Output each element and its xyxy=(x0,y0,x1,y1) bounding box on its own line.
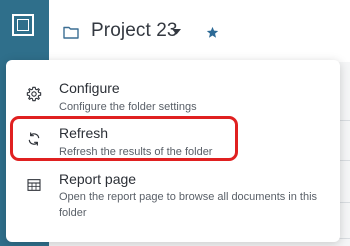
refresh-highlight-box xyxy=(10,116,238,161)
menu-item-report-page[interactable]: Report page Open the report page to brow… xyxy=(6,169,340,225)
menu-item-configure[interactable]: Configure Configure the folder settings xyxy=(6,78,340,114)
folder-icon xyxy=(63,26,79,39)
page-header: Project 23 xyxy=(49,0,350,62)
star-icon[interactable] xyxy=(206,26,219,39)
folder-context-menu: Configure Configure the folder settings … xyxy=(6,60,340,242)
menu-item-description: Configure the folder settings xyxy=(59,101,197,113)
caret-down-icon[interactable] xyxy=(172,29,181,35)
menu-item-label: Configure xyxy=(59,80,120,96)
menu-item-description: Open the report page to browse all docum… xyxy=(59,191,318,219)
gear-icon xyxy=(26,86,42,102)
menu-item-label: Report page xyxy=(59,171,137,187)
table-icon xyxy=(27,179,41,191)
page-title[interactable]: Project 23 xyxy=(91,20,178,42)
app-logo-icon[interactable] xyxy=(12,14,34,36)
